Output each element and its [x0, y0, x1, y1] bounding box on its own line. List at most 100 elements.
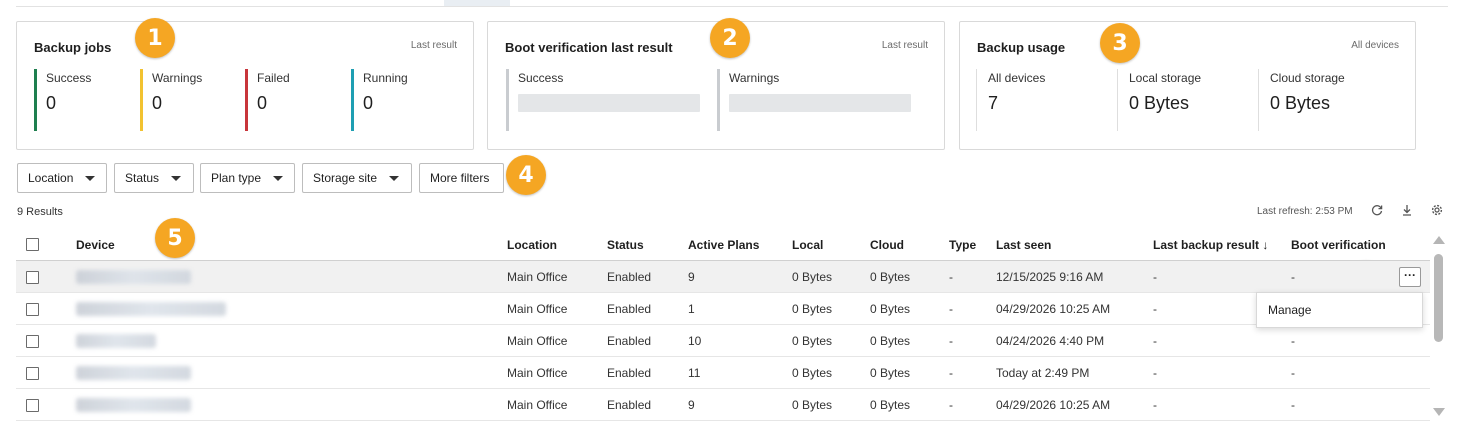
- row-checkbox[interactable]: [26, 271, 39, 284]
- top-divider: [16, 6, 1448, 7]
- column-last-seen[interactable]: Last seen: [996, 238, 1051, 252]
- filter-plan-type[interactable]: Plan type: [200, 163, 295, 193]
- cell-active-plans: 9: [688, 270, 695, 284]
- row-actions-menu: Manage: [1256, 292, 1423, 328]
- chevron-down-icon: [273, 175, 284, 181]
- cell-status: Enabled: [607, 270, 652, 284]
- stat-label: All devices: [988, 71, 1046, 85]
- filter-label: Storage site: [313, 171, 378, 185]
- column-cloud[interactable]: Cloud: [870, 238, 904, 252]
- device-name-redacted[interactable]: [76, 334, 156, 348]
- table-row[interactable]: Main Office Enabled 11 0 Bytes 0 Bytes -…: [16, 357, 1430, 389]
- cell-last-seen: Today at 2:49 PM: [996, 366, 1090, 380]
- device-name-redacted[interactable]: [76, 366, 191, 380]
- callout-badge-2: 2: [710, 18, 750, 58]
- callout-badge-4: 4: [506, 155, 546, 195]
- backup-usage-scope: All devices: [1351, 40, 1399, 51]
- backup-jobs-scope: Last result: [410, 40, 457, 51]
- table-row[interactable]: Main Office Enabled 9 0 Bytes 0 Bytes - …: [16, 389, 1430, 421]
- table-row[interactable]: Main Office Enabled 10 0 Bytes 0 Bytes -…: [16, 325, 1430, 357]
- table-row[interactable]: Main Office Enabled 9 0 Bytes 0 Bytes - …: [16, 261, 1430, 293]
- cell-type: -: [949, 270, 953, 284]
- device-name-redacted[interactable]: [76, 398, 191, 412]
- column-status[interactable]: Status: [607, 238, 644, 252]
- stat-failed[interactable]: Failed 0: [245, 69, 290, 131]
- cell-status: Enabled: [607, 398, 652, 412]
- cell-cloud: 0 Bytes: [870, 334, 911, 348]
- menu-item-manage[interactable]: Manage: [1268, 303, 1311, 317]
- row-checkbox[interactable]: [26, 303, 39, 316]
- cell-location: Main Office: [507, 398, 568, 412]
- filter-label: Location: [28, 171, 74, 185]
- row-actions-button[interactable]: ···: [1399, 267, 1421, 287]
- filter-status[interactable]: Status: [114, 163, 194, 193]
- more-filters-button[interactable]: More filters: [419, 163, 504, 193]
- cell-type: -: [949, 398, 953, 412]
- cell-local: 0 Bytes: [792, 270, 833, 284]
- download-icon[interactable]: [1400, 204, 1414, 218]
- stat-running[interactable]: Running 0: [351, 69, 408, 131]
- cell-local: 0 Bytes: [792, 366, 833, 380]
- stat-value: 0: [363, 93, 374, 113]
- column-type[interactable]: Type: [949, 238, 976, 252]
- cell-last-backup: -: [1153, 302, 1157, 316]
- cell-local: 0 Bytes: [792, 398, 833, 412]
- cell-status: Enabled: [607, 334, 652, 348]
- boot-stat-success: Success: [506, 69, 700, 131]
- column-local[interactable]: Local: [792, 238, 823, 252]
- column-location[interactable]: Location: [507, 238, 557, 252]
- device-name-redacted[interactable]: [76, 302, 226, 316]
- boot-verification-scope: Last result: [881, 40, 928, 51]
- cell-type: -: [949, 366, 953, 380]
- gear-icon[interactable]: [1430, 204, 1444, 218]
- cell-last-seen: 04/24/2026 4:40 PM: [996, 334, 1105, 348]
- loading-placeholder: [729, 94, 911, 112]
- stat-value: 0 Bytes: [1129, 93, 1190, 113]
- success-bar: [34, 69, 37, 131]
- scroll-thumb[interactable]: [1434, 254, 1443, 342]
- row-checkbox[interactable]: [26, 399, 39, 412]
- cell-last-backup: -: [1153, 366, 1157, 380]
- column-boot-verification[interactable]: Boot verification: [1291, 238, 1386, 252]
- column-active-plans[interactable]: Active Plans: [688, 238, 759, 252]
- scroll-up-arrow-icon[interactable]: [1433, 236, 1445, 244]
- row-checkbox[interactable]: [26, 335, 39, 348]
- row-checkbox[interactable]: [26, 367, 39, 380]
- stat-value: 0: [152, 93, 163, 113]
- scroll-down-arrow-icon[interactable]: [1433, 408, 1445, 416]
- cell-location: Main Office: [507, 366, 568, 380]
- filter-label: Plan type: [211, 171, 262, 185]
- usage-local-storage: Local storage 0 Bytes: [1117, 69, 1201, 131]
- stat-label: Running: [363, 71, 408, 85]
- stat-warnings[interactable]: Warnings 0: [140, 69, 202, 131]
- boot-verification-title: Boot verification last result: [505, 40, 673, 55]
- callout-badge-1: 1: [135, 18, 175, 58]
- cell-location: Main Office: [507, 334, 568, 348]
- table-row[interactable]: Main Office Enabled 1 0 Bytes 0 Bytes - …: [16, 293, 1430, 325]
- stat-value: 7: [988, 93, 999, 113]
- stat-label: Warnings: [729, 71, 780, 85]
- boot-warnings-bar: [717, 69, 720, 131]
- select-all-checkbox[interactable]: [26, 238, 39, 251]
- usage-cloud-storage: Cloud storage 0 Bytes: [1258, 69, 1345, 131]
- stat-success[interactable]: Success 0: [34, 69, 91, 131]
- failed-bar: [245, 69, 248, 131]
- last-refresh-label: Last refresh: 2:53 PM: [1257, 206, 1353, 217]
- backup-usage-title: Backup usage: [977, 40, 1066, 55]
- device-name-redacted[interactable]: [76, 270, 191, 284]
- column-device[interactable]: Device: [76, 238, 115, 252]
- stat-value: 0: [257, 93, 268, 113]
- chevron-down-icon: [85, 175, 96, 181]
- stat-label: Success: [46, 71, 92, 85]
- filter-location[interactable]: Location: [17, 163, 107, 193]
- chevron-down-icon: [171, 175, 182, 181]
- cell-status: Enabled: [607, 366, 652, 380]
- column-last-backup-result[interactable]: Last backup result ↓: [1153, 238, 1268, 252]
- cell-type: -: [949, 302, 953, 316]
- filter-storage-site[interactable]: Storage site: [302, 163, 412, 193]
- cell-last-backup: -: [1153, 398, 1157, 412]
- cell-cloud: 0 Bytes: [870, 270, 911, 284]
- vertical-scrollbar[interactable]: [1433, 236, 1445, 421]
- backup-jobs-card: Backup jobs Last result Success 0 Warnin…: [16, 21, 474, 150]
- refresh-icon[interactable]: [1370, 204, 1384, 218]
